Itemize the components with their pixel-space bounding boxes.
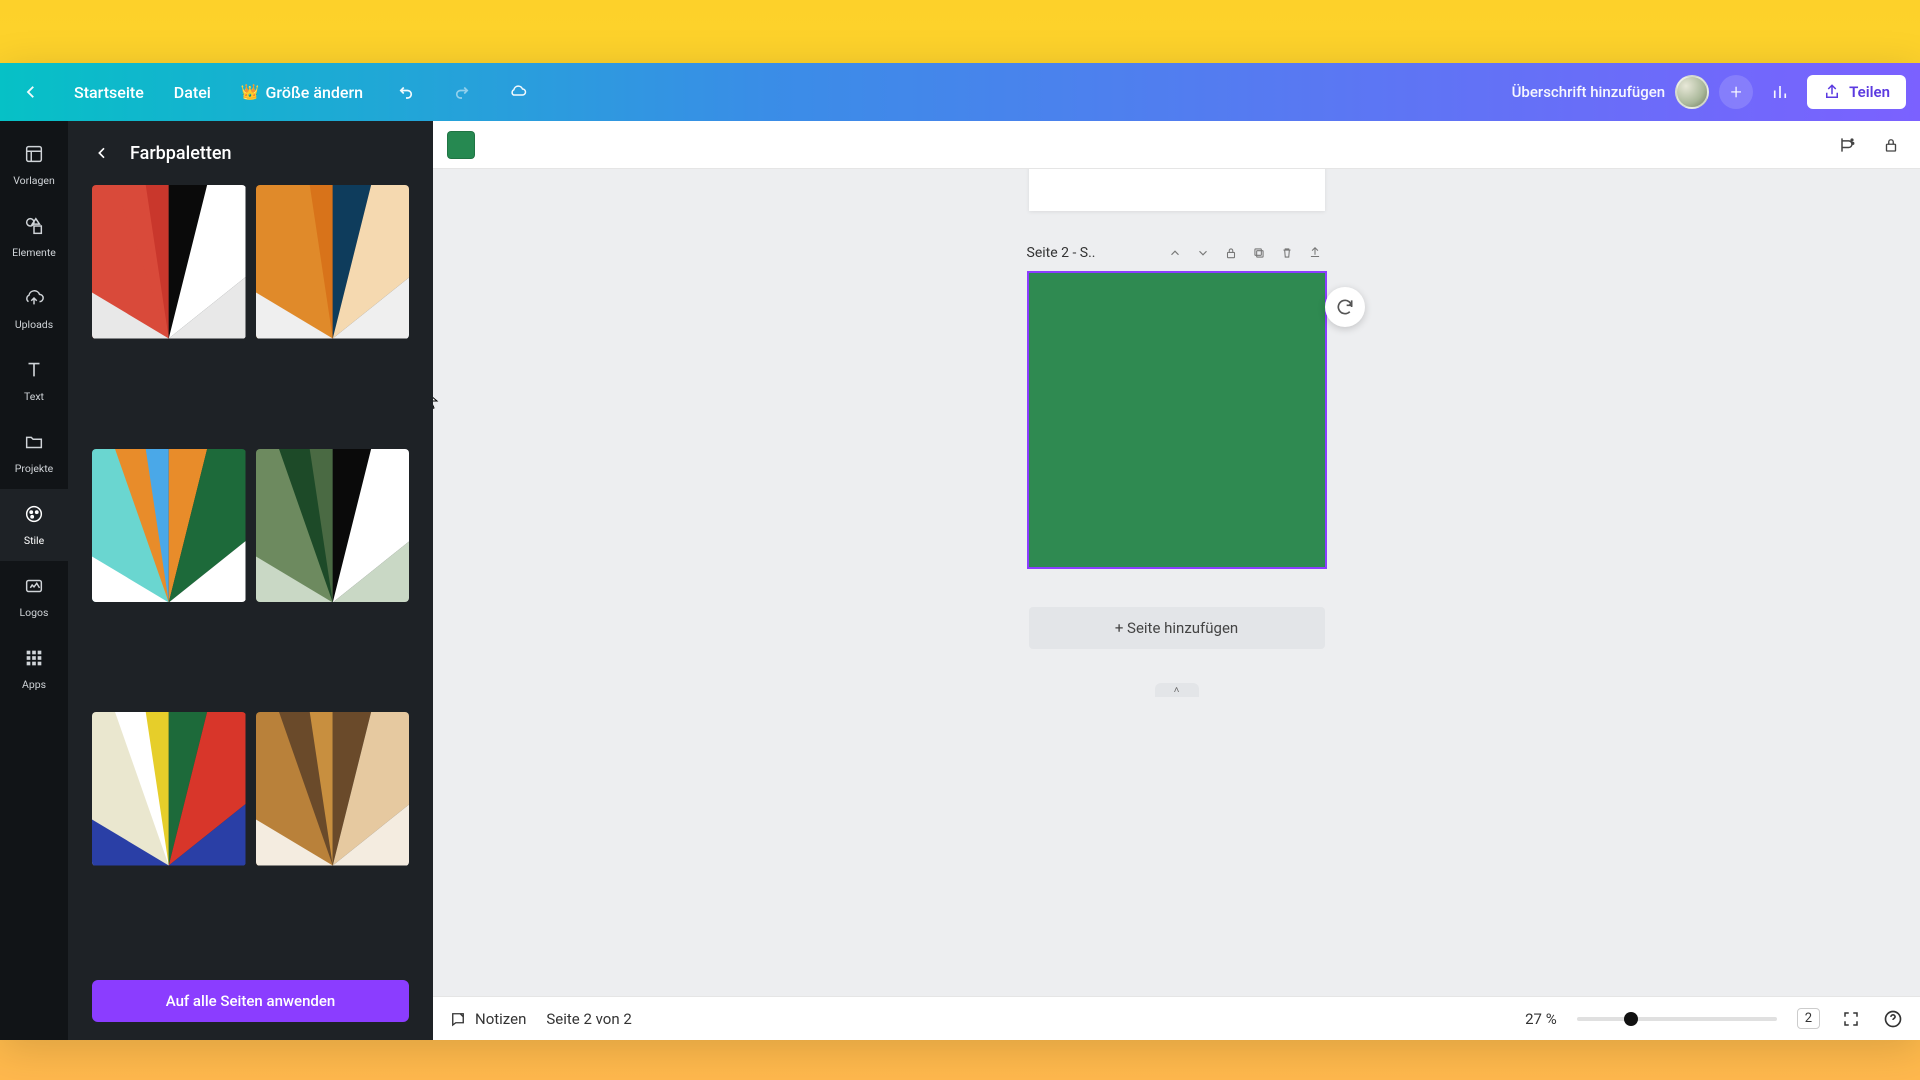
- resize-label: Größe ändern: [266, 83, 364, 102]
- rail-item-projects[interactable]: Projekte: [0, 417, 68, 489]
- rail-item-logos[interactable]: Logos: [0, 561, 68, 633]
- share-label: Teilen: [1849, 83, 1890, 101]
- page-counter-label: Seite 2 von 2: [546, 1010, 631, 1028]
- add-page-button[interactable]: + Seite hinzufügen: [1029, 607, 1325, 649]
- rail-item-uploads[interactable]: Uploads: [0, 273, 68, 345]
- rail-label: Apps: [22, 678, 46, 691]
- page-move-up-button[interactable]: [1163, 241, 1187, 265]
- rail-label: Stile: [24, 534, 44, 547]
- rail-item-styles[interactable]: Stile: [0, 489, 68, 561]
- back-icon[interactable]: [14, 75, 48, 109]
- notes-button[interactable]: Notizen: [449, 1010, 526, 1028]
- elements-icon: [23, 215, 45, 242]
- avatar[interactable]: [1675, 75, 1709, 109]
- rail-item-text[interactable]: Text: [0, 345, 68, 417]
- text-icon: [23, 359, 45, 386]
- palette-tile-0[interactable]: [92, 185, 246, 339]
- rail-label: Vorlagen: [13, 174, 55, 187]
- rail-item-apps[interactable]: Apps: [0, 633, 68, 705]
- zoom-slider[interactable]: [1577, 1017, 1777, 1021]
- panel-title: Farbpaletten: [130, 143, 232, 164]
- file-menu-button[interactable]: Datei: [170, 77, 215, 108]
- page-lock-button[interactable]: [1219, 241, 1243, 265]
- expand-pages-button[interactable]: ˄: [1155, 683, 1199, 697]
- page-controls: Seite 2 - S..: [1027, 211, 1327, 271]
- rail-label: Elemente: [12, 246, 56, 259]
- left-rail: Vorlagen Elemente Uploads Text Projekte …: [0, 121, 68, 1040]
- zoom-label: 27 %: [1525, 1010, 1557, 1028]
- context-toolbar: [433, 121, 1920, 169]
- styles-side-panel: Farbpaletten Auf alle Seiten anwenden ‹: [68, 121, 433, 1040]
- share-button[interactable]: Teilen: [1807, 75, 1906, 109]
- rail-item-elements[interactable]: Elemente: [0, 201, 68, 273]
- main-area: Vorlagen Elemente Uploads Text Projekte …: [0, 121, 1920, 1040]
- cloud-sync-icon[interactable]: [501, 75, 535, 109]
- rail-label: Projekte: [15, 462, 53, 475]
- regenerate-button[interactable]: [1325, 287, 1365, 327]
- palette-grid: [68, 179, 433, 970]
- folder-icon: [23, 431, 45, 458]
- crown-icon: 👑: [241, 83, 260, 101]
- uploads-icon: [23, 287, 45, 314]
- rail-label: Text: [24, 390, 44, 403]
- palette-tile-1[interactable]: [256, 185, 410, 339]
- page-2-canvas[interactable]: [1027, 271, 1327, 569]
- bottom-bar: Notizen Seite 2 von 2 27 % 2: [433, 996, 1920, 1040]
- apps-icon: [23, 647, 45, 674]
- lock-button[interactable]: [1876, 130, 1906, 160]
- resize-button[interactable]: 👑 Größe ändern: [237, 77, 367, 108]
- home-button[interactable]: Startseite: [70, 77, 148, 108]
- apply-all-pages-button[interactable]: Auf alle Seiten anwenden: [92, 980, 409, 1022]
- page-delete-button[interactable]: [1275, 241, 1299, 265]
- help-button[interactable]: [1882, 1008, 1904, 1030]
- fullscreen-button[interactable]: [1840, 1008, 1862, 1030]
- insights-icon[interactable]: [1763, 75, 1797, 109]
- palette-tile-5[interactable]: [256, 712, 410, 866]
- rail-label: Uploads: [15, 318, 53, 331]
- page-export-button[interactable]: [1303, 241, 1327, 265]
- page-label[interactable]: Seite 2 - S..: [1027, 245, 1159, 261]
- page-move-down-button[interactable]: [1191, 241, 1215, 265]
- redo-button[interactable]: [445, 75, 479, 109]
- notes-label: Notizen: [475, 1010, 526, 1028]
- undo-button[interactable]: [389, 75, 423, 109]
- canvas-area[interactable]: Seite 2 - S.. + Seite hinzufügen ˄: [433, 121, 1920, 1040]
- rail-label: Logos: [20, 606, 49, 619]
- panel-back-button[interactable]: [88, 139, 116, 167]
- doc-title-input[interactable]: Überschrift hinzufügen: [1512, 83, 1666, 101]
- rail-item-templates[interactable]: Vorlagen: [0, 129, 68, 201]
- animate-button[interactable]: [1832, 130, 1862, 160]
- logos-icon: [23, 575, 45, 602]
- top-app-bar: Startseite Datei 👑 Größe ändern Überschr…: [0, 63, 1920, 121]
- cursor-icon: [433, 389, 439, 411]
- styles-icon: [23, 503, 45, 530]
- palette-tile-3[interactable]: [256, 449, 410, 603]
- palette-tile-2[interactable]: [92, 449, 246, 603]
- page-badge[interactable]: 2: [1797, 1008, 1820, 1029]
- page-duplicate-button[interactable]: [1247, 241, 1271, 265]
- add-collaborator-button[interactable]: +: [1719, 75, 1753, 109]
- templates-icon: [23, 143, 45, 170]
- palette-tile-4[interactable]: [92, 712, 246, 866]
- background-color-swatch[interactable]: [447, 131, 475, 159]
